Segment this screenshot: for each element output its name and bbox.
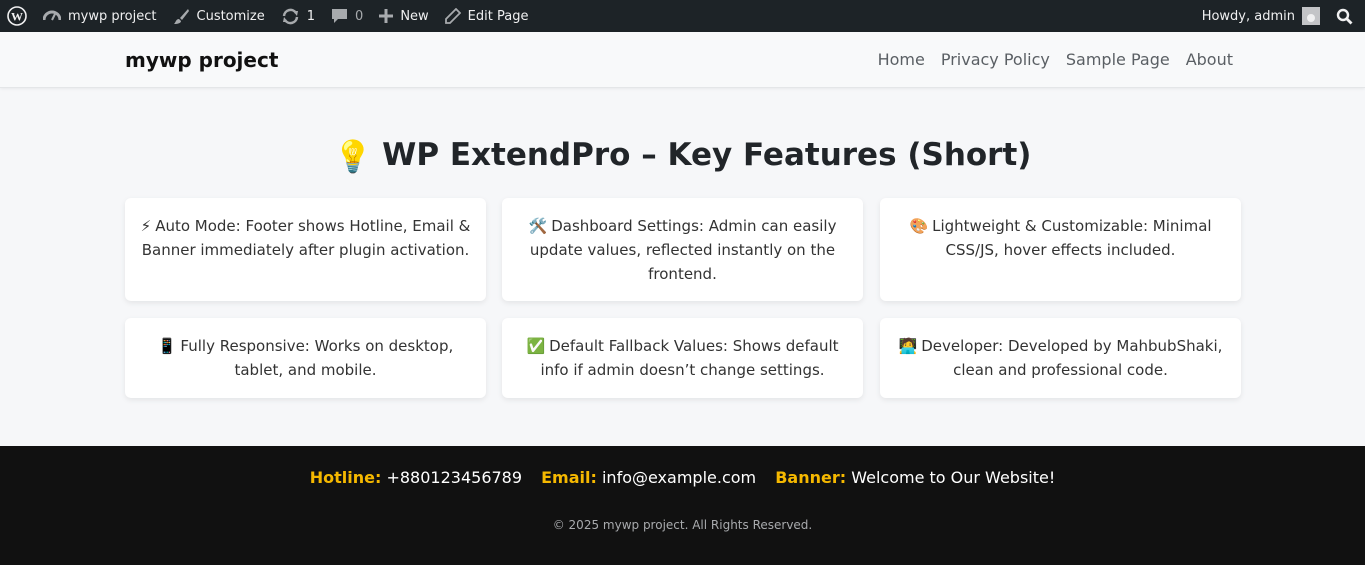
- feature-card-lightweight: 🎨 Lightweight & Customizable: Minimal CSS…: [880, 198, 1241, 301]
- customize-label: Customize: [196, 8, 265, 24]
- paintbrush-icon: [173, 8, 190, 25]
- edit-page-label: Edit Page: [467, 8, 529, 24]
- site-footer: Hotline: +880123456789 Email: info@examp…: [0, 446, 1365, 565]
- feature-card-dashboard-settings: 🛠️ Dashboard Settings: Admin can easily u…: [502, 198, 863, 301]
- comments-button[interactable]: 0: [323, 0, 371, 32]
- page-title: 💡 WP ExtendPro – Key Features (Short): [0, 137, 1365, 175]
- new-content-button[interactable]: New: [371, 0, 436, 32]
- primary-nav: Home Privacy Policy Sample Page About: [862, 50, 1233, 69]
- avatar: [1302, 7, 1320, 25]
- feature-card-auto-mode: ⚡ Auto Mode: Footer shows Hotline, Email …: [125, 198, 486, 301]
- svg-text:W: W: [11, 10, 23, 24]
- banner-group: Banner: Welcome to Our Website!: [775, 468, 1055, 487]
- updates-button[interactable]: 1: [273, 0, 323, 32]
- developer-icon: 🧑‍💻: [898, 337, 918, 355]
- account-menu[interactable]: Howdy, admin: [1194, 0, 1328, 32]
- email-label: Email:: [541, 468, 597, 487]
- search-button[interactable]: [1328, 0, 1365, 32]
- feature-card-responsive: 📱 Fully Responsive: Works on desktop, tab…: [125, 318, 486, 398]
- pencil-icon: [444, 8, 461, 24]
- edit-page-button[interactable]: Edit Page: [437, 0, 537, 32]
- footer-info: Hotline: +880123456789 Email: info@examp…: [0, 468, 1365, 487]
- feature-text: Developer: Developed by MahbubShaki, cle…: [921, 337, 1223, 379]
- page-title-text: WP ExtendPro – Key Features (Short): [382, 137, 1032, 173]
- copyright: © 2025 mywp project. All Rights Reserved…: [552, 518, 813, 532]
- nav-home[interactable]: Home: [878, 50, 925, 69]
- howdy-label: Howdy, admin: [1201, 8, 1295, 24]
- site-title[interactable]: mywp project: [125, 48, 278, 72]
- lightbulb-icon: 💡: [333, 139, 373, 175]
- feature-card-developer: 🧑‍💻 Developer: Developed by MahbubShaki, …: [880, 318, 1241, 398]
- comment-icon: [331, 8, 348, 24]
- updates-count: 1: [306, 8, 316, 24]
- banner-label: Banner:: [775, 468, 847, 487]
- customize-button[interactable]: Customize: [165, 0, 273, 32]
- palette-icon: 🎨: [909, 217, 929, 235]
- updates-icon: [281, 8, 300, 25]
- site-name-menu[interactable]: mywp project: [35, 0, 165, 32]
- tools-icon: 🛠️: [528, 217, 548, 235]
- feature-text: Fully Responsive: Works on desktop, tabl…: [180, 337, 454, 379]
- feature-text: Lightweight & Customizable: Minimal CSS/…: [932, 217, 1212, 259]
- new-label: New: [400, 8, 429, 24]
- search-icon: [1336, 8, 1353, 25]
- nav-about[interactable]: About: [1186, 50, 1233, 69]
- hotline-label: Hotline:: [309, 468, 382, 487]
- hotline-group: Hotline: +880123456789: [310, 468, 527, 487]
- dashboard-icon: [43, 8, 61, 24]
- feature-card-fallback: ✅ Default Fallback Values: Shows default …: [502, 318, 863, 398]
- email-value[interactable]: info@example.com: [602, 468, 756, 487]
- lightning-icon: ⚡: [140, 217, 152, 235]
- nav-privacy-policy[interactable]: Privacy Policy: [941, 50, 1050, 69]
- site-header: mywp project Home Privacy Policy Sample …: [0, 32, 1365, 88]
- site-name-label: mywp project: [68, 8, 157, 24]
- mobile-phone-icon: 📱: [157, 337, 177, 355]
- hotline-value[interactable]: +880123456789: [386, 468, 522, 487]
- banner-value: Welcome to Our Website!: [851, 468, 1056, 487]
- admin-bar: W mywp project Customize 1 0 New Edit Pa…: [0, 0, 1365, 32]
- nav-sample-page[interactable]: Sample Page: [1066, 50, 1170, 69]
- feature-text: Dashboard Settings: Admin can easily upd…: [529, 217, 837, 283]
- check-mark-icon: ✅: [526, 337, 546, 355]
- feature-text: Auto Mode: Footer shows Hotline, Email &…: [141, 217, 471, 259]
- wp-logo-button[interactable]: W: [0, 0, 35, 32]
- comments-count: 0: [355, 8, 364, 24]
- feature-text: Default Fallback Values: Shows default i…: [540, 337, 839, 379]
- email-group: Email: info@example.com: [541, 468, 761, 487]
- plus-icon: [379, 9, 394, 23]
- wordpress-icon: W: [7, 6, 27, 26]
